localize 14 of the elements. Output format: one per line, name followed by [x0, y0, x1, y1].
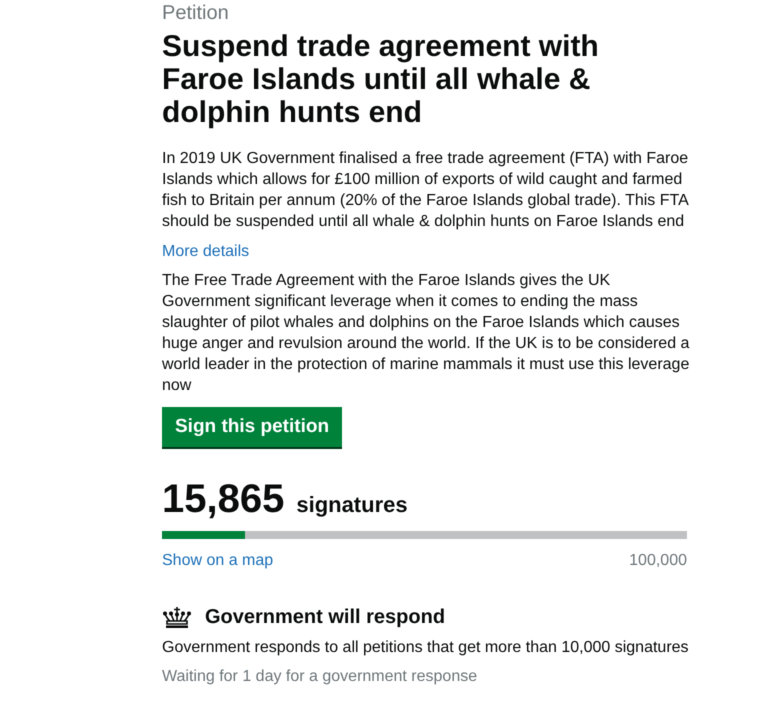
response-heading: Government will respond — [205, 605, 446, 629]
show-on-map-link[interactable]: Show on a map — [162, 551, 274, 571]
response-description: Government responds to all petitions that get more than 10,000 signatures — [162, 638, 690, 658]
signature-target: 100,000 — [629, 551, 687, 571]
signature-count: 15,865 — [162, 477, 284, 521]
sign-petition-button[interactable]: Sign this petition — [162, 407, 342, 447]
petition-summary: In 2019 UK Government finalised a free trade agreement (FTA) with Faroe Islands which allows for £100 million of exports of wild caught and farmed fish to Britain per annum (20% of the Faroe Islands global trade). This FTA should be suspended until all whale & dolphin hunts on Faroe Islands end — [162, 149, 690, 232]
petition-label: Petition — [162, 2, 230, 24]
petition-title: Suspend trade agreement with Faroe Islands until all whale & dolphin hunts end — [162, 30, 600, 129]
response-status: Waiting for 1 day for a government response — [162, 667, 478, 687]
crown-icon — [162, 606, 192, 628]
signatures-label: signatures — [296, 492, 408, 518]
more-details-link[interactable]: More details — [162, 241, 250, 262]
petition-details: The Free Trade Agreement with the Faroe Islands gives the UK Government significant leverage when it comes to ending the mass slaughter of pilot whales and dolphins on the Faroe Islands which causes huge anger and revulsion around the world. If the UK is to be considered a world leader in the protection of marine mammals it must use this leverage now — [162, 271, 690, 396]
